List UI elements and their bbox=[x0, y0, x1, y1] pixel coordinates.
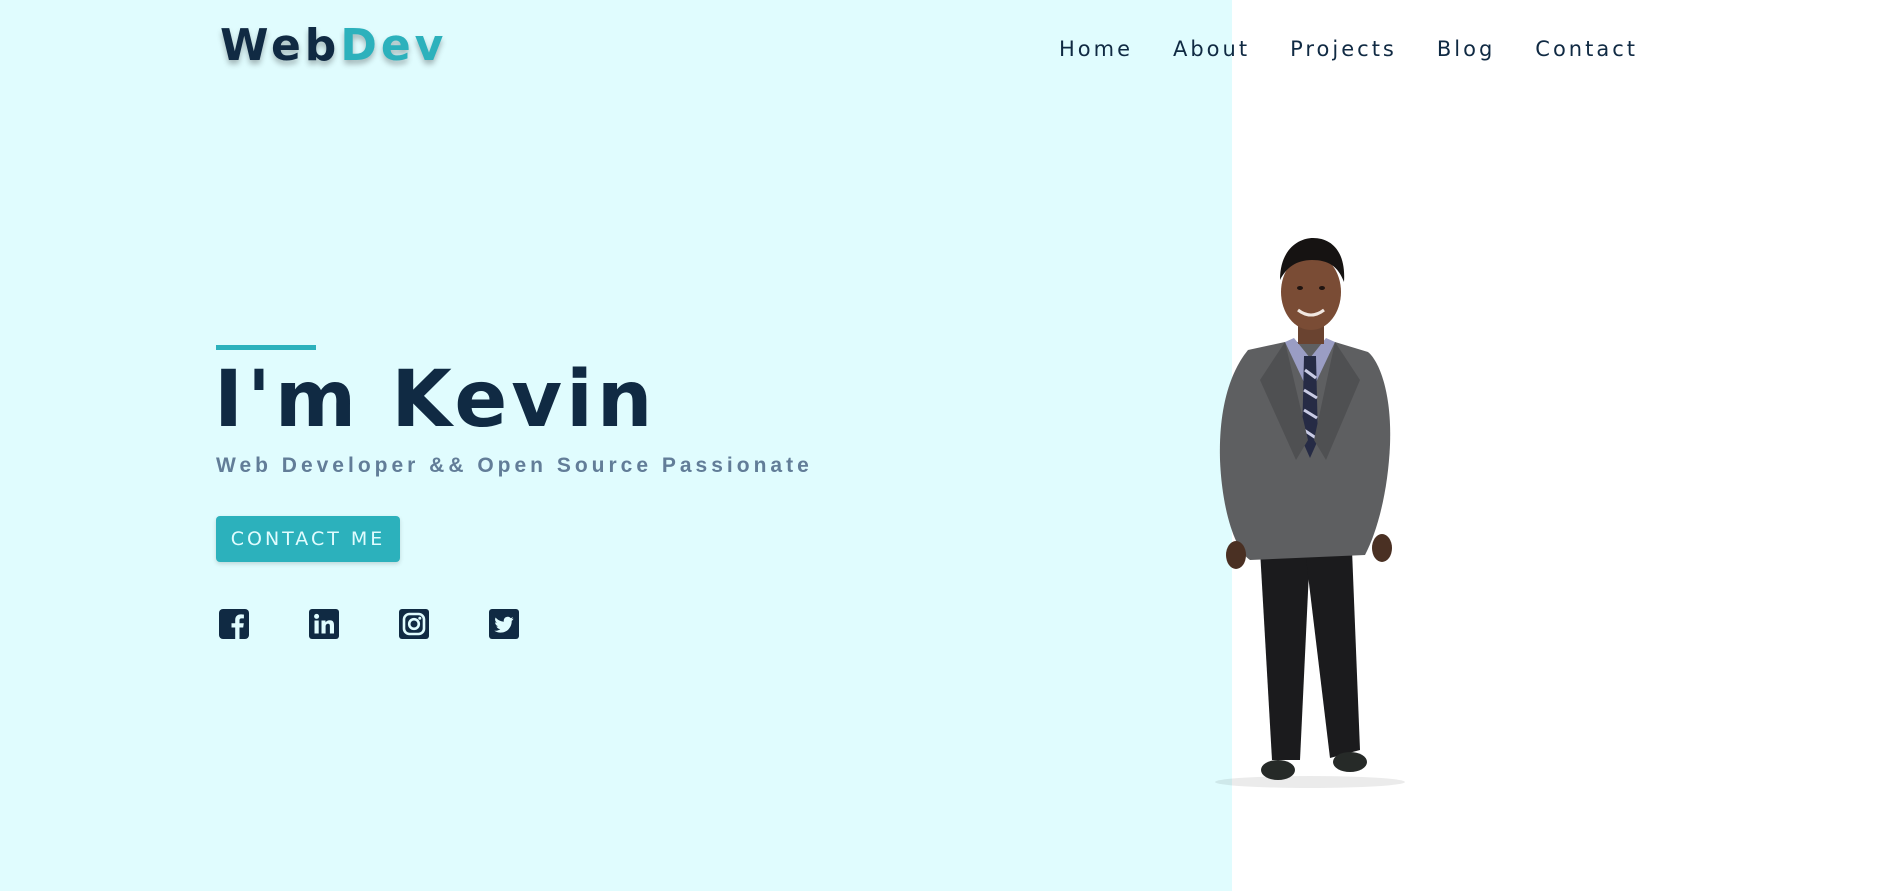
twitter-icon[interactable] bbox=[488, 608, 520, 640]
social-links bbox=[218, 608, 520, 640]
linkedin-icon[interactable] bbox=[308, 608, 340, 640]
contact-me-button[interactable]: CONTACT ME bbox=[216, 516, 400, 562]
nav-about[interactable]: About bbox=[1173, 34, 1250, 64]
instagram-icon[interactable] bbox=[398, 608, 430, 640]
nav-home[interactable]: Home bbox=[1059, 34, 1133, 64]
profile-photo bbox=[1215, 238, 1405, 788]
hero-subtitle: Web Developer && Open Source Passionate bbox=[216, 454, 813, 477]
logo-text-web: Web bbox=[220, 20, 341, 71]
facebook-icon[interactable] bbox=[218, 608, 250, 640]
nav-contact[interactable]: Contact bbox=[1535, 34, 1638, 64]
nav-projects[interactable]: Projects bbox=[1290, 34, 1397, 64]
hero-title: I'm Kevin bbox=[214, 355, 657, 445]
logo-text-dev: Dev bbox=[340, 20, 448, 71]
logo[interactable]: WebDev bbox=[220, 18, 447, 74]
nav-blog[interactable]: Blog bbox=[1437, 34, 1495, 64]
main-nav: Home About Projects Blog Contact bbox=[1059, 34, 1638, 64]
